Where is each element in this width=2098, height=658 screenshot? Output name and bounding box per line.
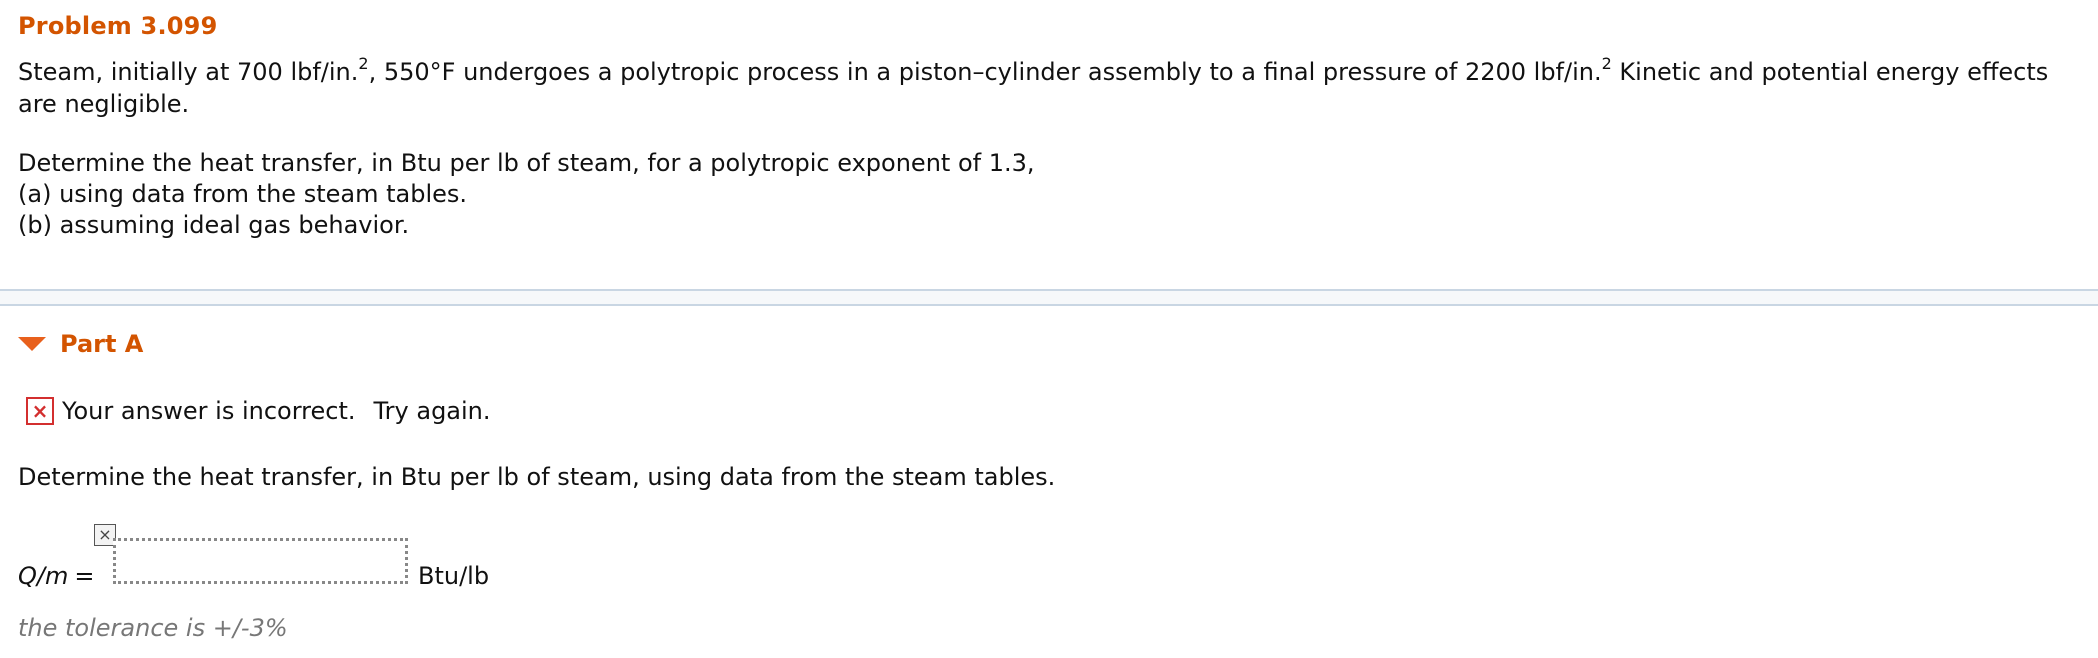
answer-unit: Btu/lb <box>418 562 490 590</box>
problem-statement: Steam, initially at 700 lbf/in.2, 550°F … <box>18 56 2088 120</box>
equals-sign: = <box>74 562 95 590</box>
answer-variable: Q/m <box>18 562 69 590</box>
part-a-label: Part A <box>60 330 144 358</box>
feedback-text: Your answer is incorrect. <box>62 397 356 425</box>
collapse-triangle-icon[interactable] <box>18 337 46 351</box>
answer-label: Q/m = <box>18 562 94 590</box>
statement-superscript-1: 2 <box>358 54 369 73</box>
question-line: (a) using data from the steam tables. <box>18 180 468 208</box>
question-line: (b) assuming ideal gas behavior. <box>18 211 410 239</box>
answer-row: Q/m = × Btu/lb <box>18 524 618 594</box>
part-a-toggle[interactable]: Part A <box>18 330 143 358</box>
feedback-retry-text: Try again. <box>373 397 491 425</box>
problem-title: Problem 3.099 <box>18 12 218 40</box>
statement-text-1: Steam, initially at 700 lbf/in. <box>18 58 359 86</box>
part-a-prompt: Determine the heat transfer, in Btu per … <box>18 463 1056 491</box>
statement-superscript-2: 2 <box>1601 54 1612 73</box>
tolerance-note: the tolerance is +/-3% <box>18 614 288 642</box>
answer-input[interactable] <box>113 538 408 584</box>
problem-question: Determine the heat transfer, in Btu per … <box>18 148 1035 241</box>
section-divider <box>0 289 2098 306</box>
statement-text-2: , 550°F undergoes a polytropic process i… <box>368 58 1602 86</box>
incorrect-icon: × <box>26 397 54 425</box>
question-line: Determine the heat transfer, in Btu per … <box>18 149 1035 177</box>
feedback-message: × Your answer is incorrect. Try again. <box>26 397 491 425</box>
